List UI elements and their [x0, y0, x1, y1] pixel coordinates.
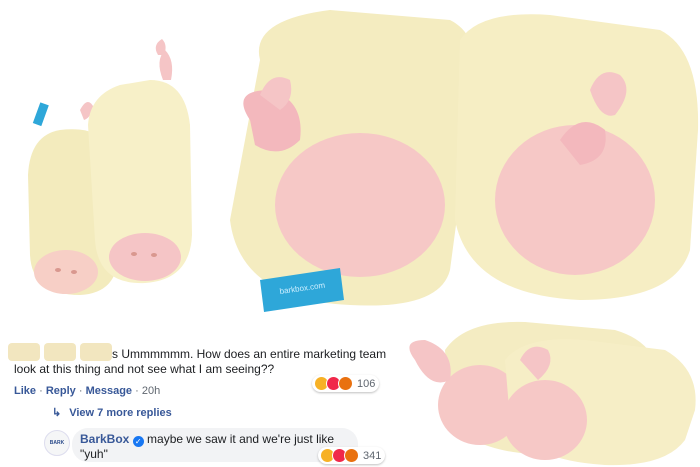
- reaction-count: 341: [363, 449, 382, 462]
- avatar: [44, 343, 76, 361]
- barkbox-logo-icon: BARK: [49, 440, 65, 446]
- verified-icon: ✓: [132, 436, 144, 447]
- reply-text-line2: "yuh": [80, 447, 108, 461]
- comment-text-line2: look at this thing and not see what I am…: [14, 362, 275, 376]
- reply-link[interactable]: Reply: [46, 385, 76, 397]
- angry-reaction-icon: [338, 376, 353, 391]
- like-link[interactable]: Like: [14, 385, 36, 397]
- avatar: [80, 343, 112, 361]
- message-link[interactable]: Message: [86, 385, 132, 397]
- reply-line1: BarkBox ✓ maybe we saw it and we're just…: [80, 432, 334, 447]
- barkbox-avatar[interactable]: BARK: [44, 430, 70, 456]
- angry-reaction-icon: [344, 448, 359, 463]
- reaction-count: 106: [357, 377, 376, 390]
- view-more-replies-label: View 7 more replies: [69, 407, 172, 419]
- reply-text-line1: maybe we saw it and we're just like: [147, 432, 335, 446]
- commenter-avatars[interactable]: [8, 343, 114, 363]
- reply-arrow-icon: ↳: [52, 407, 62, 419]
- comment-reactions[interactable]: 106: [312, 375, 380, 392]
- toy-pair-lying-photo: [409, 321, 696, 466]
- tag-icon: [32, 102, 49, 127]
- toy-pair-standing-photo: [28, 39, 192, 295]
- reply-reactions[interactable]: 341: [318, 447, 386, 464]
- comment-actions: Like · Reply · Message · 20h: [14, 385, 161, 397]
- toy-pair-closeup-photo: barkbox.com: [230, 10, 699, 312]
- view-more-replies[interactable]: ↳ View 7 more replies: [52, 406, 172, 419]
- reply-author[interactable]: BarkBox: [80, 432, 129, 446]
- avatar: [8, 343, 40, 361]
- front-toy: [88, 39, 192, 284]
- comment-text-line1: s Ummmmmm. How does an entire marketing …: [112, 347, 387, 361]
- comment-time: 20h: [141, 385, 161, 397]
